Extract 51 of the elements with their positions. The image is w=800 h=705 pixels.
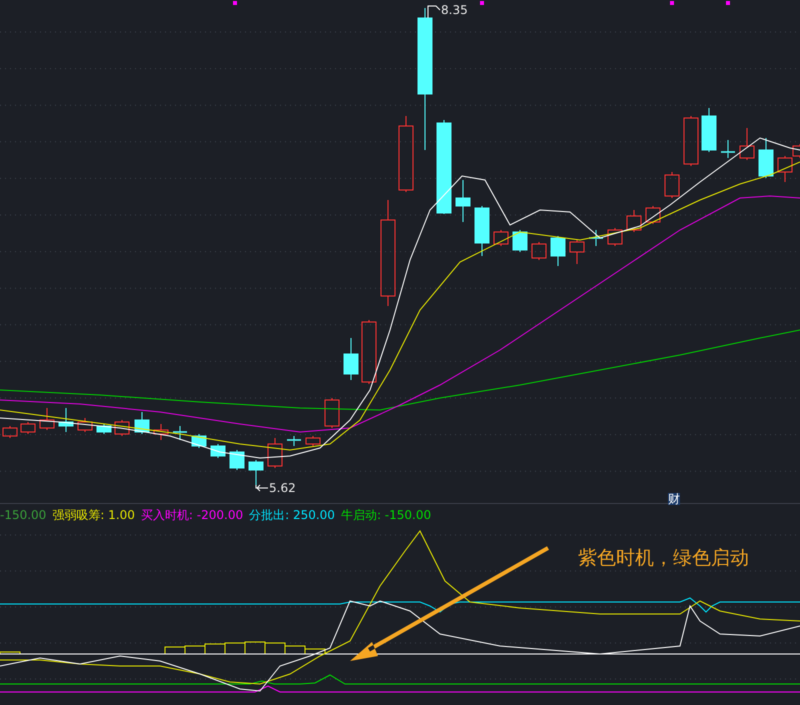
candlestick <box>532 242 546 260</box>
candlestick <box>702 108 716 152</box>
candlestick <box>608 228 622 246</box>
candlestick <box>58 408 74 432</box>
candlestick <box>740 128 754 160</box>
candlestick <box>306 436 320 446</box>
candlestick <box>456 180 470 222</box>
candlestick <box>20 422 36 434</box>
signal-marker <box>480 1 484 5</box>
legend-item: 强弱吸筹: 1.00 <box>52 507 135 524</box>
pointer-icon <box>256 484 268 492</box>
high-price-label: 8.35 <box>441 4 468 16</box>
arrow-icon <box>350 546 549 661</box>
signal-marker <box>726 1 730 5</box>
legend-item: 买入时机: -200.00 <box>140 507 244 524</box>
legend-item: 牛启动: -150.00 <box>340 507 432 524</box>
candlestick <box>2 426 18 438</box>
candlestick <box>570 240 584 264</box>
candlestick <box>78 418 92 432</box>
candlestick <box>154 424 168 440</box>
candlestick <box>684 116 698 166</box>
candlestick <box>721 140 735 158</box>
candlestick <box>173 426 187 440</box>
candlestick <box>344 338 358 380</box>
candlestick <box>268 438 282 468</box>
candlestick <box>324 398 340 428</box>
signal-marker <box>233 1 237 5</box>
candlestick <box>626 210 642 232</box>
candlestick <box>114 420 130 436</box>
candlestick <box>287 436 301 446</box>
candlestick <box>134 412 150 434</box>
low-price-label: 5.62 <box>269 482 296 494</box>
annotation-text: 紫色时机，绿色启动 <box>578 546 749 571</box>
signal-marker <box>670 1 674 5</box>
candlestick <box>758 138 774 178</box>
event-marker[interactable]: 财 <box>668 493 680 505</box>
candlestick <box>512 230 528 252</box>
legend-item: -150.00 <box>0 507 46 524</box>
candlestick <box>230 450 244 470</box>
candlestick <box>646 206 660 224</box>
candlestick <box>96 424 112 434</box>
candlestick <box>589 230 603 246</box>
candlestick <box>40 408 54 430</box>
legend-item: 分批出: 250.00 <box>249 507 335 524</box>
candlestick <box>494 230 508 246</box>
candlestick <box>362 320 376 384</box>
candlestick <box>474 206 490 256</box>
candlestick <box>248 460 264 486</box>
candlestick <box>210 444 226 458</box>
candlestick <box>664 172 680 198</box>
candlestick <box>550 236 566 266</box>
